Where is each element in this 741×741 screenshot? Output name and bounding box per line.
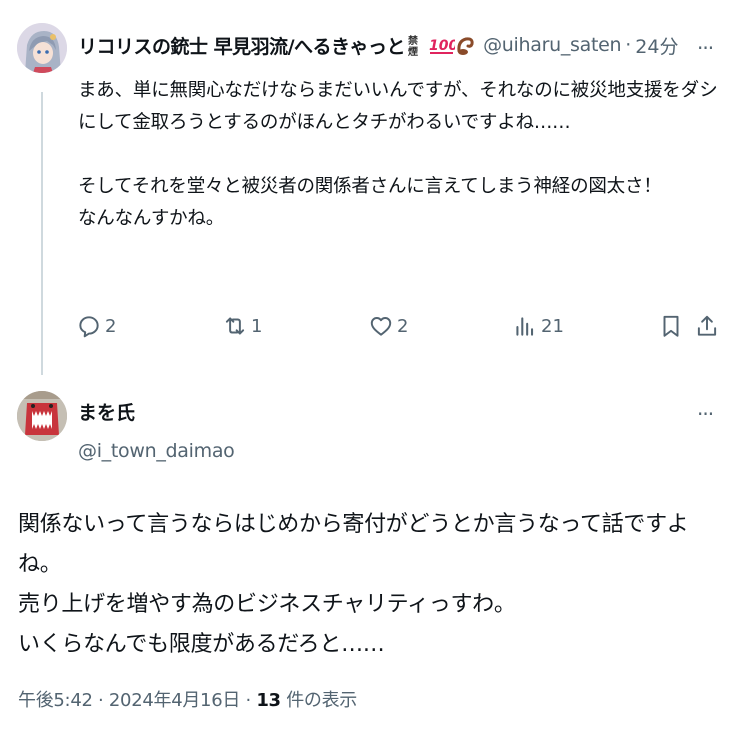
kanji-badge-icon: 禁 煙 <box>407 34 418 57</box>
bookmark-button[interactable] <box>658 313 684 339</box>
like-count: 2 <box>397 315 409 337</box>
scorpion-icon <box>457 37 474 55</box>
separator-dot: · <box>245 690 251 711</box>
views-label: 件の表示 <box>286 690 358 711</box>
tweet-text: 関係ないって言うならはじめから寄付がどうとか言うなって話ですよね。 売り上げを増… <box>18 512 689 657</box>
reply-count: 2 <box>105 315 117 337</box>
views-icon <box>516 317 534 336</box>
reply-icon <box>79 316 99 338</box>
separator-dot: · <box>625 34 632 56</box>
tweet-metadata: 午後5:42 · 2024年4月16日 · 13 件の表示 <box>18 686 357 712</box>
avatar[interactable] <box>17 391 67 441</box>
svg-text:100: 100 <box>429 38 455 54</box>
views-count: 21 <box>541 315 564 337</box>
reply-button[interactable]: 2 <box>76 313 116 339</box>
display-name[interactable]: リコリスの銃士 早見羽流/へるきゃっと <box>78 32 406 59</box>
like-button[interactable]: 2 <box>368 313 408 339</box>
user-handle[interactable]: @uiharu_saten <box>483 34 621 56</box>
user-handle[interactable]: @i_town_daimao <box>78 440 235 462</box>
svg-text:煙: 煙 <box>408 45 418 57</box>
parent-tweet[interactable]: リコリスの銃士 早見羽流/へるきゃっと 禁 煙 100 @uiharu_sate… <box>0 0 741 380</box>
views-button[interactable]: 21 <box>512 313 564 339</box>
svg-text:禁: 禁 <box>407 34 418 47</box>
bookmark-icon <box>663 315 679 337</box>
repost-icon <box>225 317 245 335</box>
display-name[interactable]: まを氏 <box>78 398 135 425</box>
repost-button[interactable]: 1 <box>222 313 262 339</box>
tweet-actions: 2 1 2 21 <box>76 310 726 344</box>
timestamp[interactable]: 24分 <box>635 32 678 59</box>
emoji-icons: 禁 煙 100 <box>407 33 477 57</box>
separator-dot: · <box>98 690 104 711</box>
parent-tweet-header: リコリスの銃士 早見羽流/へるきゃっと 禁 煙 100 @uiharu_sate… <box>78 31 678 59</box>
repost-count: 1 <box>251 315 263 337</box>
like-icon <box>370 317 392 336</box>
tweet-text: まあ、単に無関心なだけならまだいいんですが、それなのに被災地支援をダシにして金取… <box>78 80 718 229</box>
avatar[interactable] <box>17 23 67 73</box>
more-icon[interactable]: ··· <box>697 404 714 424</box>
timestamp[interactable]: 午後5:42 <box>18 690 93 711</box>
more-icon[interactable]: ··· <box>697 38 714 58</box>
share-button[interactable] <box>694 313 720 339</box>
date[interactable]: 2024年4月16日 <box>109 690 240 711</box>
hundred-points-icon: 100 <box>429 38 455 54</box>
share-icon <box>697 315 717 336</box>
views-count: 13 <box>256 690 281 711</box>
